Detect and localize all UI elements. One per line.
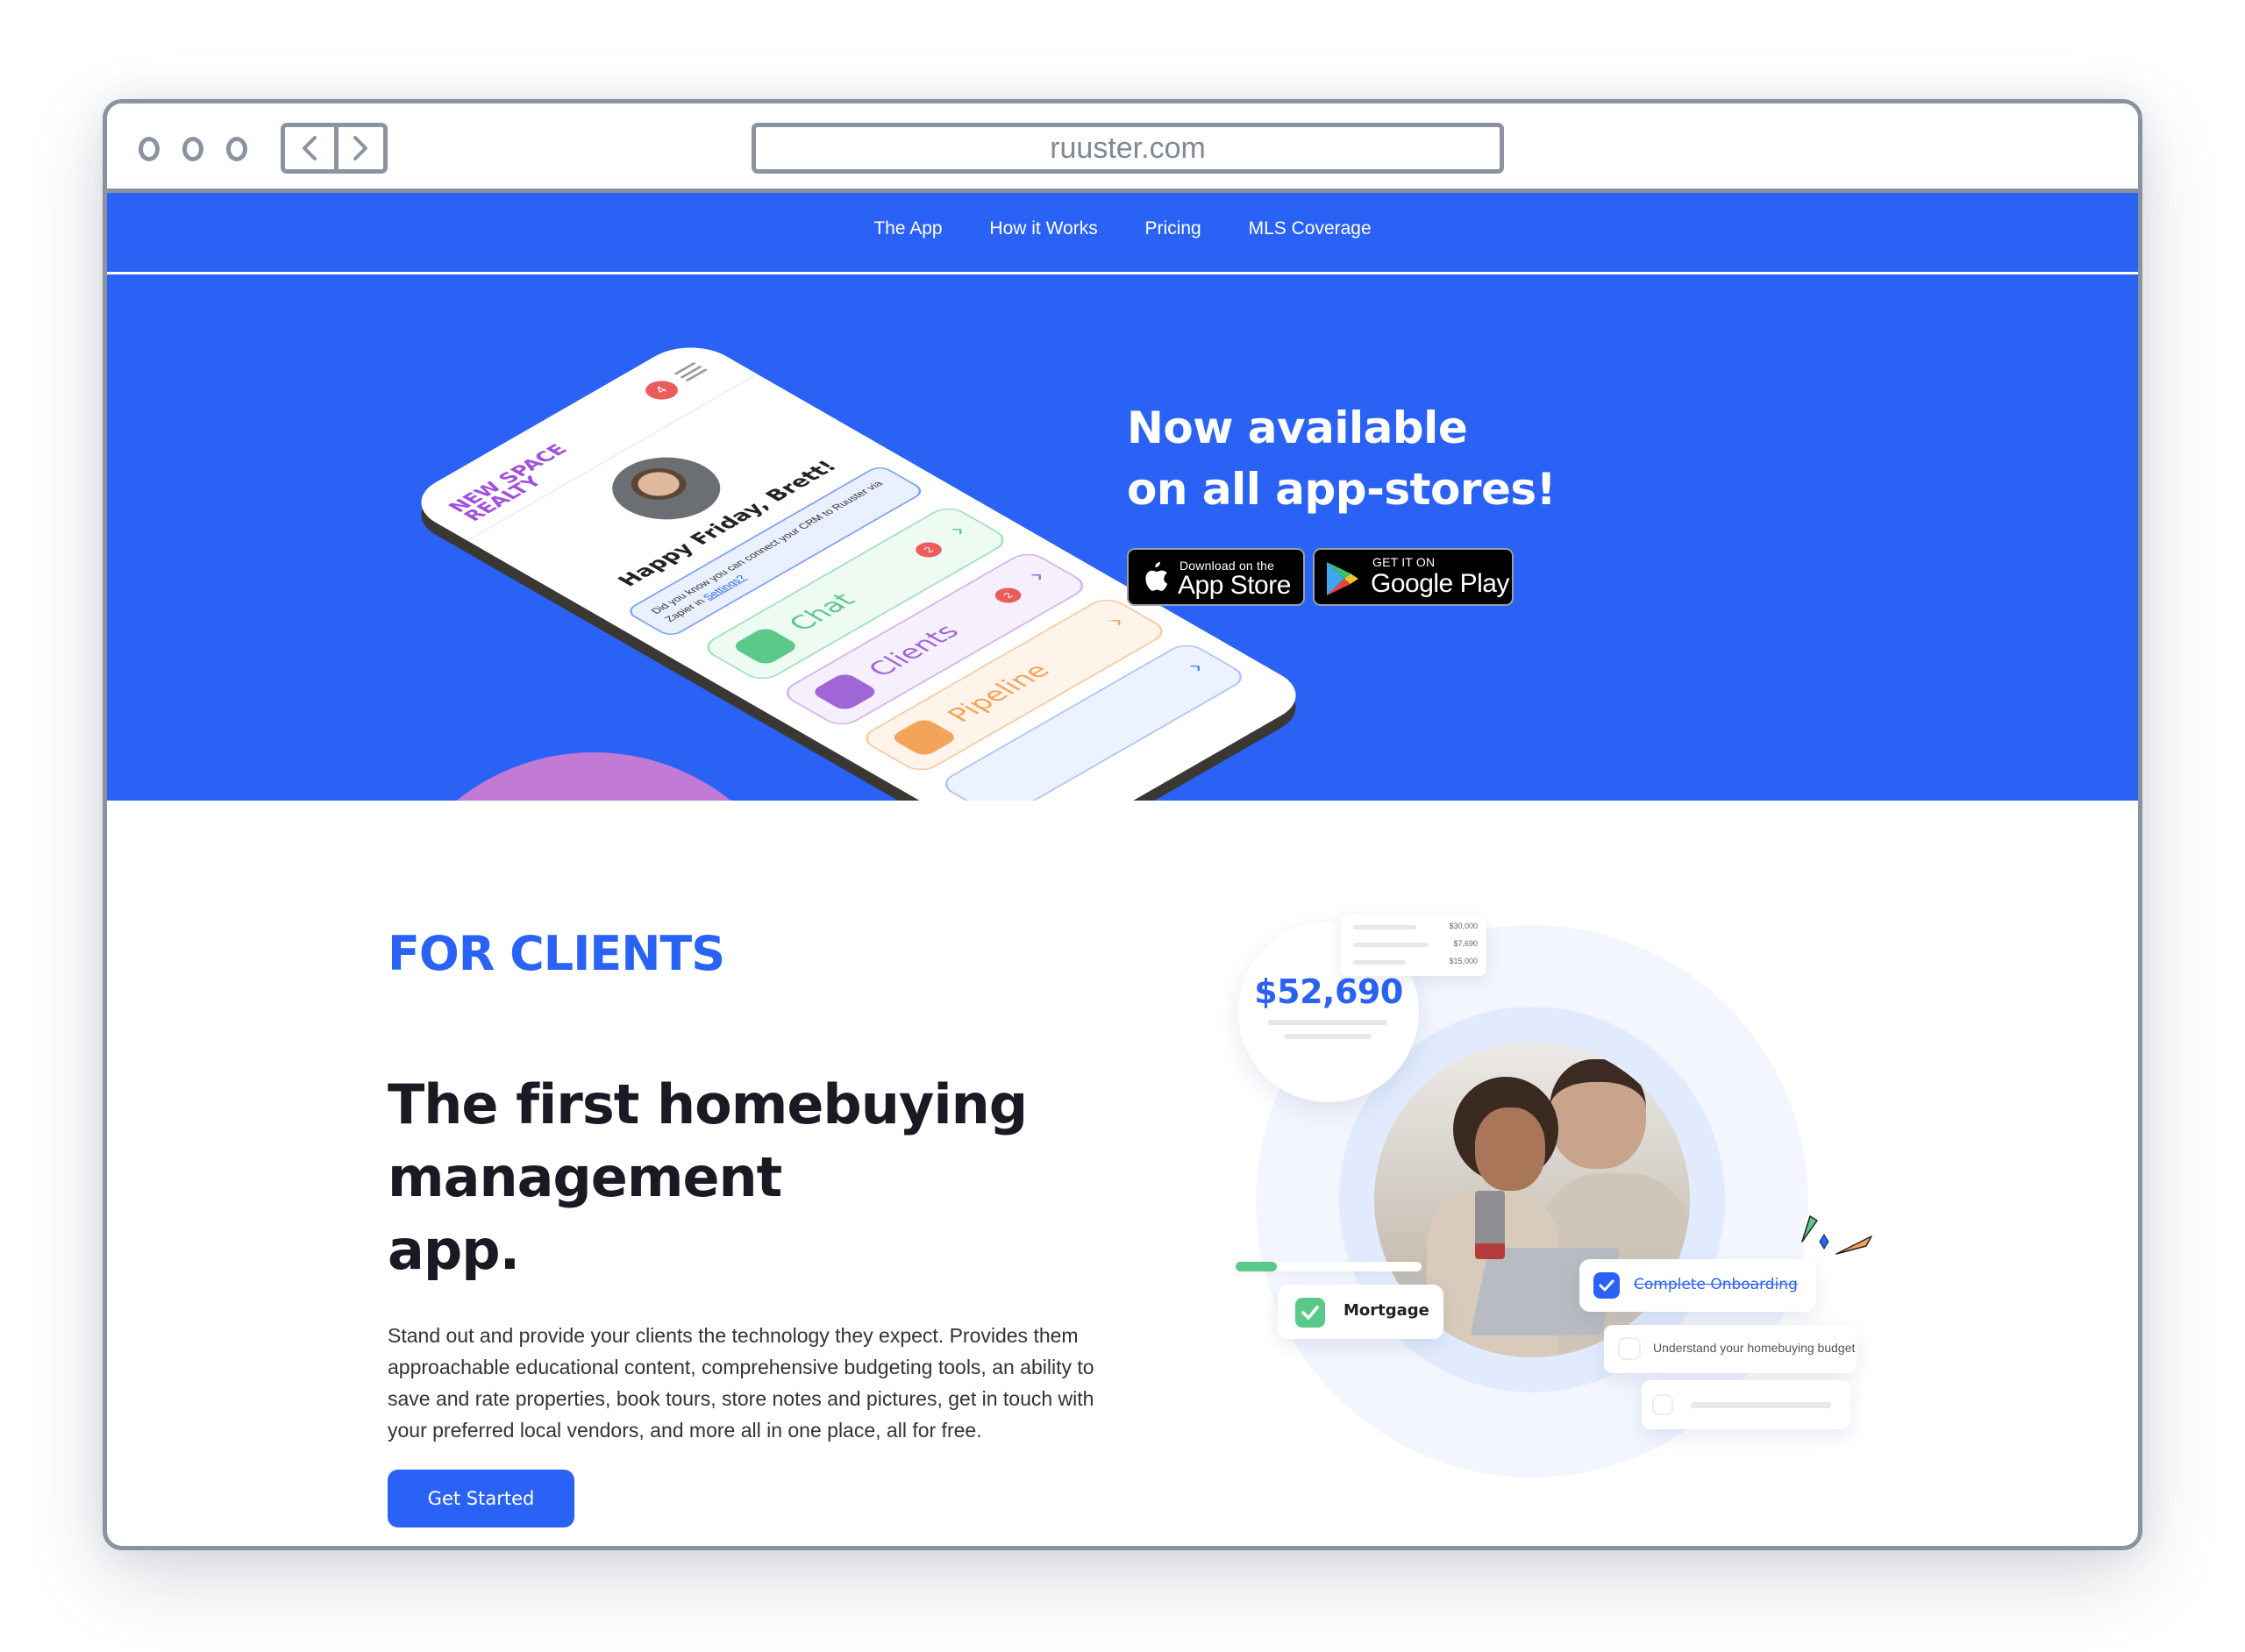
address-bar[interactable]: ruuster.com bbox=[752, 123, 1504, 174]
nav-item-pricing[interactable]: Pricing bbox=[1145, 218, 1201, 239]
menu-icon bbox=[674, 362, 708, 381]
placeholder-line bbox=[1268, 1020, 1387, 1025]
checkbox-checked-icon[interactable] bbox=[1593, 1272, 1620, 1299]
app-store-big-text: App Store bbox=[1178, 571, 1291, 600]
task-label: Complete Onboarding bbox=[1634, 1276, 1798, 1293]
browser-toolbar: ruuster.com bbox=[107, 103, 2138, 193]
chevron-right-icon: › bbox=[1179, 658, 1211, 676]
for-clients-eyebrow: FOR CLIENTS bbox=[388, 926, 725, 981]
task-label: Understand your homebuying budget bbox=[1653, 1341, 1856, 1355]
budget-row-value: $7,690 bbox=[1453, 939, 1478, 948]
task-card-budget[interactable]: Understand your homebuying budget bbox=[1604, 1325, 1857, 1373]
mortgage-progress-bar bbox=[1236, 1262, 1422, 1271]
history-nav bbox=[281, 123, 388, 174]
app-store-badge[interactable]: Download on the App Store bbox=[1127, 548, 1305, 606]
pipeline-icon bbox=[888, 717, 959, 758]
chevron-right-icon: › bbox=[1100, 612, 1131, 630]
google-play-icon bbox=[1327, 562, 1358, 595]
get-started-button[interactable]: Get Started bbox=[388, 1470, 574, 1527]
chat-icon bbox=[730, 626, 801, 666]
mortgage-card: Mortgage bbox=[1278, 1285, 1443, 1339]
notification-badge: 4 bbox=[638, 377, 685, 403]
section-title: The first homebuying management app. bbox=[388, 1072, 1028, 1282]
chevron-right-icon[interactable] bbox=[348, 134, 373, 162]
google-play-badge[interactable]: GET IT ON Google Play bbox=[1313, 548, 1514, 606]
apple-icon bbox=[1145, 562, 1168, 591]
placeholder-line bbox=[1284, 1034, 1372, 1039]
budget-row-value: $30,000 bbox=[1449, 922, 1478, 930]
mortgage-label: Mortgage bbox=[1343, 1301, 1429, 1320]
check-icon bbox=[1295, 1298, 1325, 1328]
nav-divider bbox=[334, 127, 339, 169]
phone-header-divider bbox=[466, 374, 759, 541]
task-card-complete-onboarding[interactable]: Complete Onboarding bbox=[1579, 1259, 1816, 1312]
sparkle-icon bbox=[1801, 1215, 1872, 1255]
placeholder-line bbox=[1691, 1402, 1831, 1408]
task-card-placeholder[interactable] bbox=[1642, 1380, 1850, 1429]
nav-item-how-it-works[interactable]: How it Works bbox=[989, 218, 1097, 239]
window-minimize-button[interactable] bbox=[182, 137, 203, 161]
chevron-right-icon: › bbox=[1021, 566, 1052, 585]
chevron-left-icon[interactable] bbox=[297, 134, 322, 162]
browser-window: ruuster.com The App How it Works Pricing… bbox=[103, 99, 2142, 1550]
budget-breakdown-card: $30,000 $7,690 $15,000 bbox=[1341, 915, 1486, 976]
checkbox-empty-icon[interactable] bbox=[1618, 1337, 1641, 1360]
google-play-small-text: GET IT ON bbox=[1372, 555, 1436, 569]
progress-fill bbox=[1236, 1262, 1277, 1271]
nav-item-the-app[interactable]: The App bbox=[873, 218, 942, 239]
budget-row-value: $15,000 bbox=[1449, 957, 1478, 965]
section-body: Stand out and provide your clients the t… bbox=[388, 1324, 1094, 1442]
budget-total: $52,690 bbox=[1254, 972, 1403, 1011]
chevron-right-icon: › bbox=[941, 521, 973, 539]
hero-section: NEW SPACE REALTY 4 Happy Friday, Brett! … bbox=[107, 274, 2138, 801]
window-close-button[interactable] bbox=[139, 137, 160, 161]
google-play-big-text: Google Play bbox=[1371, 569, 1509, 598]
checkbox-empty-icon[interactable] bbox=[1652, 1394, 1673, 1415]
hero-headline: Now available on all app-stores! bbox=[1127, 402, 1557, 515]
phone-mockup: NEW SPACE REALTY 4 Happy Friday, Brett! … bbox=[396, 336, 1316, 801]
clients-icon bbox=[809, 672, 880, 712]
nav-item-mls-coverage[interactable]: MLS Coverage bbox=[1249, 218, 1372, 239]
window-maximize-button[interactable] bbox=[226, 137, 247, 161]
site-nav: The App How it Works Pricing MLS Coverag… bbox=[107, 193, 2138, 274]
